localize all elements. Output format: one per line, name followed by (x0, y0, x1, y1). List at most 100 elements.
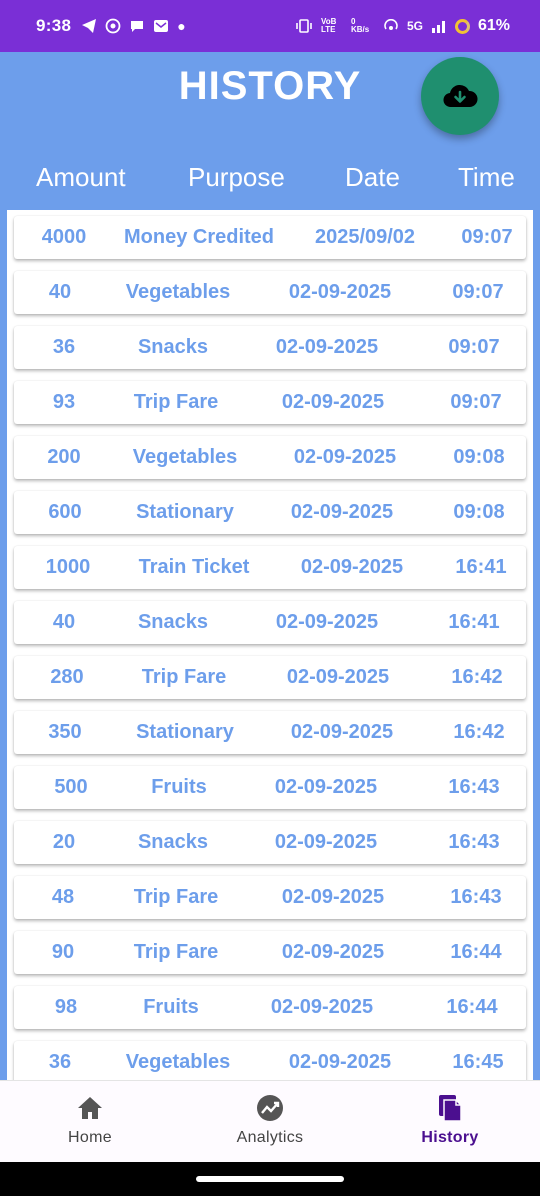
row-date: 02-09-2025 (293, 446, 397, 468)
row-date: 02-09-2025 (286, 666, 390, 688)
row-amount: 1000 (45, 556, 91, 578)
history-row[interactable]: 200 Vegetables 02-09-2025 09:08 (14, 436, 526, 479)
row-purpose: Fruits (143, 996, 199, 1018)
history-row[interactable]: 36 Vegetables 02-09-2025 16:45 (14, 1041, 526, 1080)
row-date: 02-09-2025 (290, 721, 394, 743)
row-time: 09:07 (450, 391, 502, 413)
row-date: 02-09-2025 (275, 336, 379, 358)
history-row[interactable]: 90 Trip Fare 02-09-2025 16:44 (14, 931, 526, 974)
row-amount: 93 (52, 391, 76, 413)
signal-icon (431, 21, 445, 33)
row-time: 16:44 (446, 996, 498, 1018)
row-time: 16:43 (448, 831, 500, 853)
history-row[interactable]: 4000 Money Credited 2025/09/02 09:07 (14, 216, 526, 259)
row-time: 16:45 (452, 1051, 504, 1073)
gesture-navigation-area (0, 1162, 540, 1196)
row-amount: 600 (48, 501, 82, 523)
row-purpose: Trip Fare (133, 391, 219, 413)
row-date: 02-09-2025 (281, 391, 385, 413)
row-purpose: Stationary (136, 721, 234, 743)
row-purpose: Money Credited (123, 226, 275, 248)
gesture-handle[interactable] (196, 1176, 344, 1182)
row-amount: 40 (48, 281, 72, 303)
row-purpose: Trip Fare (141, 666, 227, 688)
row-time: 16:44 (450, 941, 502, 963)
history-row[interactable]: 500 Fruits 02-09-2025 16:43 (14, 766, 526, 809)
row-purpose: Snacks (137, 336, 209, 358)
mail-icon (154, 20, 169, 32)
history-row[interactable]: 1000 Train Ticket 02-09-2025 16:41 (14, 546, 526, 589)
row-amount: 36 (52, 336, 76, 358)
row-time: 16:41 (448, 611, 500, 633)
row-purpose: Snacks (137, 831, 209, 853)
row-amount: 500 (54, 776, 88, 798)
status-right: VoB LTE 0 KB/s 5G 61% (295, 17, 510, 35)
row-time: 09:07 (452, 281, 504, 303)
row-date: 02-09-2025 (274, 831, 378, 853)
row-date: 2025/09/02 (314, 226, 416, 248)
row-amount: 4000 (41, 226, 87, 248)
history-row[interactable]: 350 Stationary 02-09-2025 16:42 (14, 711, 526, 754)
row-amount: 40 (52, 611, 76, 633)
history-row[interactable]: 280 Trip Fare 02-09-2025 16:42 (14, 656, 526, 699)
history-row[interactable]: 48 Trip Fare 02-09-2025 16:43 (14, 876, 526, 919)
volte-indicator: VoB LTE (320, 17, 337, 34)
history-list[interactable]: 4000 Money Credited 2025/09/02 09:07 40 … (7, 210, 533, 1080)
more-notifications-icon: ● (177, 18, 186, 34)
column-header-date: Date (345, 162, 400, 192)
row-time: 16:43 (448, 776, 500, 798)
row-purpose: Vegetables (125, 1051, 231, 1073)
history-row[interactable]: 600 Stationary 02-09-2025 09:08 (14, 491, 526, 534)
history-row[interactable]: 36 Snacks 02-09-2025 09:07 (14, 326, 526, 369)
network-type: 5G (406, 19, 423, 33)
row-date: 02-09-2025 (281, 941, 385, 963)
whatsapp-icon (105, 18, 121, 34)
history-row[interactable]: 40 Snacks 02-09-2025 16:41 (14, 601, 526, 644)
history-row[interactable]: 40 Vegetables 02-09-2025 09:07 (14, 271, 526, 314)
row-date: 02-09-2025 (288, 1051, 392, 1073)
row-amount: 36 (48, 1051, 72, 1073)
row-date: 02-09-2025 (270, 996, 374, 1018)
download-button[interactable] (421, 57, 499, 135)
speed-indicator: 0 KB/s (350, 17, 370, 34)
nav-analytics[interactable]: Analytics (210, 1093, 330, 1147)
row-time: 09:07 (448, 336, 500, 358)
row-time: 16:43 (450, 886, 502, 908)
row-date: 02-09-2025 (274, 776, 378, 798)
row-time: 09:08 (453, 501, 505, 523)
status-bar: 9:38 ● VoB LTE 0 KB/s 5G 61% (0, 0, 540, 52)
history-row[interactable]: 20 Snacks 02-09-2025 16:43 (14, 821, 526, 864)
row-purpose: Trip Fare (133, 886, 219, 908)
row-amount: 90 (51, 941, 75, 963)
row-time: 09:07 (461, 226, 513, 248)
chat-icon (131, 21, 144, 32)
bottom-navigation: Home Analytics History (0, 1080, 540, 1162)
cloud-download-icon (443, 84, 478, 108)
row-amount: 280 (50, 666, 84, 688)
row-amount: 98 (54, 996, 78, 1018)
row-purpose: Vegetables (125, 281, 231, 303)
history-row[interactable]: 98 Fruits 02-09-2025 16:44 (14, 986, 526, 1029)
vibrate-icon (296, 19, 312, 33)
column-headers: Amount Purpose Date Time (0, 162, 540, 202)
row-date: 02-09-2025 (288, 281, 392, 303)
battery-level: 61% (477, 17, 510, 34)
row-date: 02-09-2025 (290, 501, 394, 523)
row-date: 02-09-2025 (281, 886, 385, 908)
analytics-icon (210, 1093, 330, 1123)
history-screen: HISTORY Amount Purpose Date Time 4000 Mo… (0, 52, 540, 1080)
row-amount: 350 (48, 721, 82, 743)
column-header-amount: Amount (36, 162, 126, 192)
history-row[interactable]: 93 Trip Fare 02-09-2025 09:07 (14, 381, 526, 424)
nav-history[interactable]: History (390, 1093, 510, 1147)
row-purpose: Snacks (137, 611, 209, 633)
nav-home[interactable]: Home (30, 1093, 150, 1147)
home-icon (30, 1093, 150, 1123)
hotspot-icon (384, 19, 398, 30)
column-header-purpose: Purpose (188, 162, 285, 192)
telegram-icon (82, 19, 97, 33)
row-date: 02-09-2025 (300, 556, 404, 578)
row-purpose: Trip Fare (133, 941, 219, 963)
history-icon (390, 1093, 510, 1123)
row-purpose: Train Ticket (138, 556, 250, 578)
